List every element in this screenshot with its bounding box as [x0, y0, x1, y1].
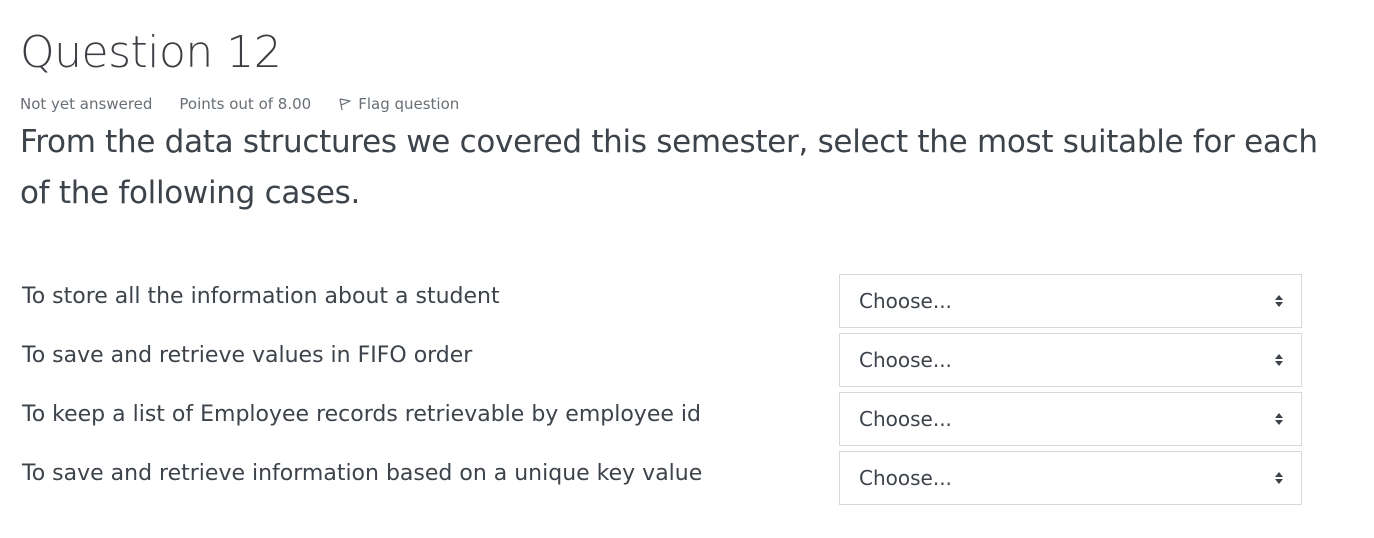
answer-row: To save and retrieve values in FIFO orde… [22, 333, 1304, 388]
answer-row: To save and retrieve information based o… [22, 451, 1304, 506]
answer-label: To keep a list of Employee records retri… [22, 402, 701, 427]
flag-question-label: Flag question [358, 95, 460, 113]
sort-caret-icon [1275, 413, 1283, 425]
sort-caret-icon [1275, 295, 1283, 307]
select-value: Choose... [859, 289, 952, 313]
answer-row: To keep a list of Employee records retri… [22, 392, 1304, 447]
answer-select[interactable]: Choose... [839, 333, 1302, 387]
flag-icon [339, 98, 351, 111]
answer-label: To store all the information about a stu… [22, 284, 500, 309]
select-value: Choose... [859, 407, 952, 431]
answer-label: To save and retrieve values in FIFO orde… [22, 343, 473, 368]
question-points: Points out of 8.00 [179, 95, 312, 113]
question-text: From the data structures we covered this… [20, 124, 1318, 211]
answer-list: To store all the information about a stu… [22, 274, 1304, 510]
sort-caret-icon [1275, 472, 1283, 484]
flag-question-link[interactable]: Flag question [338, 95, 459, 113]
question-info: Not yet answered Points out of 8.00 Flag… [20, 94, 1320, 114]
sort-caret-icon [1275, 354, 1283, 366]
answer-select[interactable]: Choose... [839, 274, 1302, 328]
answer-select[interactable]: Choose... [839, 451, 1302, 505]
answer-row: To store all the information about a stu… [22, 274, 1304, 329]
select-value: Choose... [859, 348, 952, 372]
answer-select[interactable]: Choose... [839, 392, 1302, 446]
select-value: Choose... [859, 466, 952, 490]
answer-label: To save and retrieve information based o… [22, 461, 703, 486]
question-block: Question 12 Not yet answered Points out … [20, 24, 1320, 219]
question-title: Question 12 [20, 27, 282, 78]
question-status: Not yet answered [20, 95, 153, 113]
